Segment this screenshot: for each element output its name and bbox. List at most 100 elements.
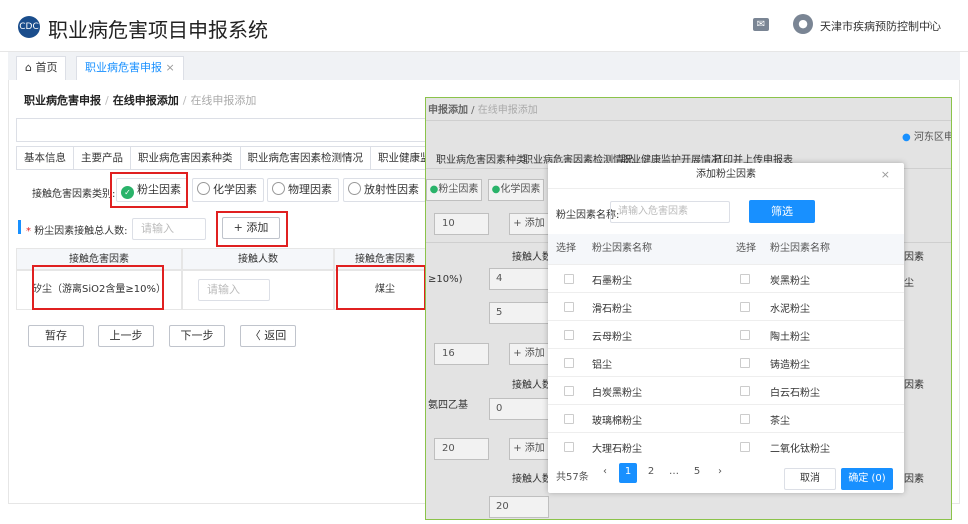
row-checkbox[interactable] [740, 302, 750, 312]
filter-button[interactable]: 筛选 [749, 200, 815, 223]
dust-name: 炭黑粉尘 [770, 276, 810, 287]
bg-input: 16 [434, 343, 489, 365]
bg-tab: 职业病危害因素种类 [436, 155, 526, 166]
total-count: 共57条 [556, 472, 589, 483]
subtab[interactable]: 职业病危害因素检测情况 [239, 146, 371, 169]
col-header: 接触人数 [182, 248, 334, 270]
row-checkbox[interactable] [740, 414, 750, 424]
avatar-icon[interactable]: ● [793, 14, 813, 34]
bg-divider [426, 120, 951, 121]
radio-icon [272, 182, 285, 195]
bg-input: 20 [489, 496, 549, 518]
bg-breadcrumb: 申报添加 / 在线申报添加 [428, 105, 538, 116]
col-header: 选择 [736, 234, 756, 264]
chevron-right-icon[interactable]: › [928, 16, 933, 30]
table-row: 大理石粉尘 二氧化钛粉尘 [548, 432, 904, 460]
dust-name: 大理石粉尘 [592, 444, 642, 455]
next-page-button[interactable]: › [711, 463, 729, 483]
total-input[interactable]: 请输入 [132, 218, 206, 240]
dust-name: 水泥粉尘 [770, 304, 810, 315]
add-dust-dialog: 添加粉尘因素 × 粉尘因素名称: 请输入危害因素 筛选 选择 粉尘因素名称 选择… [548, 163, 904, 493]
prev-page-button[interactable]: ‹ [596, 463, 614, 483]
close-icon[interactable]: × [881, 168, 890, 181]
col-header: 粉尘因素名称 [770, 234, 830, 264]
total-label: * 粉尘因素接触总人数: [26, 226, 128, 237]
row-checkbox[interactable] [740, 386, 750, 396]
section-marker [18, 220, 21, 234]
bg-header: 接触人数 [512, 474, 552, 485]
confirm-button[interactable]: 确定 (0) [841, 468, 893, 490]
dust-name: 铸造粉尘 [770, 360, 810, 371]
bg-input: 4 [489, 268, 549, 290]
dust-name: 白炭黑粉尘 [592, 388, 642, 399]
page-1[interactable]: 1 [619, 463, 637, 483]
page-ellipsis[interactable]: … [665, 463, 683, 483]
cancel-button[interactable]: 取消 [784, 468, 836, 490]
dialog-title: 添加粉尘因素 [548, 163, 904, 189]
dust-name: 二氧化钛粉尘 [770, 444, 830, 455]
bg-add: + 添加 [509, 438, 549, 460]
table-row: 白炭黑粉尘 白云石粉尘 [548, 376, 904, 404]
page-5[interactable]: 5 [688, 463, 706, 483]
bg-chip: ●化学因素 [488, 179, 544, 201]
tab-declare[interactable]: 职业病危害申报 × [76, 56, 184, 80]
col-header: 选择 [556, 234, 576, 264]
prev-step-button[interactable]: 上一步 [98, 325, 154, 347]
dust-name: 白云石粉尘 [770, 388, 820, 399]
form-subtabs: 基本信息主要产品职业病危害因素种类职业病危害因素检测情况职业健康监护开展 [16, 146, 436, 170]
breadcrumb: 职业病危害申报 / 在线申报添加 / 在线申报添加 [24, 94, 257, 107]
highlight-box [336, 265, 426, 310]
mail-icon[interactable]: ✉ [753, 18, 769, 31]
user-name[interactable]: 天津市疾病预防控制中心 [820, 18, 941, 34]
count-input[interactable]: 请输入 [198, 279, 270, 301]
bg-add: + 添加 [509, 213, 549, 235]
top-bar: CDC 职业病危害项目申报系统 ✉ ● 天津市疾病预防控制中心 › [0, 0, 968, 52]
chip-chemical[interactable]: 化学因素 [192, 178, 264, 202]
bg-district: ● 河东区申报 [902, 132, 951, 143]
subtab[interactable]: 基本信息 [16, 146, 74, 169]
dust-name: 铝尘 [592, 360, 612, 371]
bg-add: + 添加 [509, 343, 549, 365]
bg-header: 接触人数 [512, 380, 552, 391]
row-checkbox[interactable] [564, 302, 574, 312]
row-checkbox[interactable] [564, 274, 574, 284]
bg-chip: ●粉尘因素 [426, 179, 482, 201]
dust-name: 云母粉尘 [592, 332, 632, 343]
bg-input: 0 [489, 398, 549, 420]
info-box [16, 118, 436, 142]
row-checkbox[interactable] [564, 386, 574, 396]
dust-name: 茶尘 [770, 416, 790, 427]
row-checkbox[interactable] [740, 274, 750, 284]
dust-name: 陶土粉尘 [770, 332, 810, 343]
row-checkbox[interactable] [564, 358, 574, 368]
row-checkbox[interactable] [564, 442, 574, 452]
subtab[interactable]: 职业病危害因素种类 [130, 146, 241, 169]
row-checkbox[interactable] [564, 414, 574, 424]
row-checkbox[interactable] [740, 358, 750, 368]
bg-header: 因素 [904, 252, 924, 263]
home-icon: ⌂ [25, 61, 36, 74]
tab-home[interactable]: ⌂ 首页 [16, 56, 67, 80]
row-checkbox[interactable] [740, 442, 750, 452]
close-icon[interactable]: × [166, 61, 175, 74]
highlight-box [216, 211, 288, 247]
row-checkbox[interactable] [564, 330, 574, 340]
chip-radiation[interactable]: 放射性因素 [343, 178, 426, 202]
table-row: 铝尘 铸造粉尘 [548, 348, 904, 376]
highlight-box [110, 172, 188, 208]
dust-name: 滑石粉尘 [592, 304, 632, 315]
bg-input: 5 [489, 302, 549, 324]
dialog-search-input[interactable]: 请输入危害因素 [610, 201, 730, 223]
next-step-button[interactable]: 下一步 [169, 325, 225, 347]
save-draft-button[interactable]: 暂存 [28, 325, 84, 347]
dust-name: 石墨粉尘 [592, 276, 632, 287]
page-2[interactable]: 2 [642, 463, 660, 483]
chip-physical[interactable]: 物理因素 [267, 178, 339, 202]
back-button[interactable]: 〈 返回 [240, 325, 296, 347]
app-title: 职业病危害项目申报系统 [48, 18, 268, 42]
row-checkbox[interactable] [740, 330, 750, 340]
radio-icon [197, 182, 210, 195]
subtab[interactable]: 主要产品 [73, 146, 131, 169]
bg-input: 20 [434, 438, 489, 460]
bg-cell: 氨四乙基 [428, 400, 468, 411]
